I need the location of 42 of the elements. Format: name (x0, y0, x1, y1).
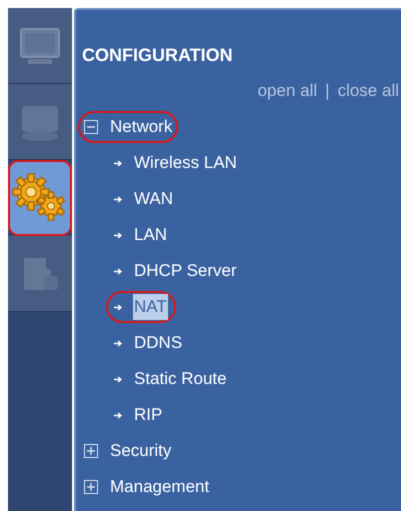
bullet-arrow-icon (114, 196, 123, 202)
collapse-icon[interactable] (84, 120, 98, 134)
tree-node[interactable]: Security (78, 435, 178, 467)
bullet-arrow-icon (114, 268, 123, 274)
tree-item-label: NAT (133, 294, 168, 320)
sidebar-tab[interactable] (8, 236, 72, 312)
close-all-link[interactable]: close all (338, 78, 399, 104)
bullet-arrow-icon (114, 160, 123, 166)
tree-node[interactable]: Network (78, 111, 178, 143)
tree-item[interactable]: DHCP Server (106, 255, 246, 287)
expand-icon[interactable] (84, 444, 98, 458)
expand-icon[interactable] (84, 480, 98, 494)
tree-item-label: DDNS (133, 332, 184, 354)
bullet-arrow-icon (114, 412, 123, 418)
open-all-link[interactable]: open all (258, 78, 318, 104)
panel-title: CONFIGURATION (82, 44, 234, 66)
bullet-arrow-icon (114, 340, 123, 346)
bullet-arrow-icon (114, 232, 123, 238)
tree-item-label: LAN (133, 224, 168, 246)
sidebar-tab[interactable] (8, 84, 72, 160)
tree-item-label: Static Route (133, 368, 228, 390)
sidebar-tab[interactable] (8, 160, 72, 236)
tree-node-label: Management (110, 476, 210, 498)
tree-node[interactable]: Management (78, 471, 216, 503)
tree-item-label: DHCP Server (133, 260, 238, 282)
tree-item-label: WAN (133, 188, 174, 210)
bullet-arrow-icon (114, 376, 123, 382)
tree-item[interactable]: RIP (106, 399, 172, 431)
bullet-arrow-icon (114, 304, 123, 310)
tree-item-label: RIP (133, 404, 164, 426)
tree-item[interactable]: DDNS (106, 327, 192, 359)
tree-item[interactable]: WAN (106, 183, 182, 215)
tree-item-label: Wireless LAN (133, 152, 238, 174)
link-separator: | (325, 80, 330, 102)
tree-item[interactable]: Static Route (106, 363, 236, 395)
monitor-icon (18, 26, 62, 66)
tree-item[interactable]: LAN (106, 219, 176, 251)
sidebar-tab[interactable] (8, 8, 72, 84)
tree-item[interactable]: NAT (106, 291, 176, 323)
tree-node-label: Network (110, 116, 172, 138)
tree-item[interactable]: Wireless LAN (106, 147, 246, 179)
tree-node-label: Security (110, 440, 172, 462)
